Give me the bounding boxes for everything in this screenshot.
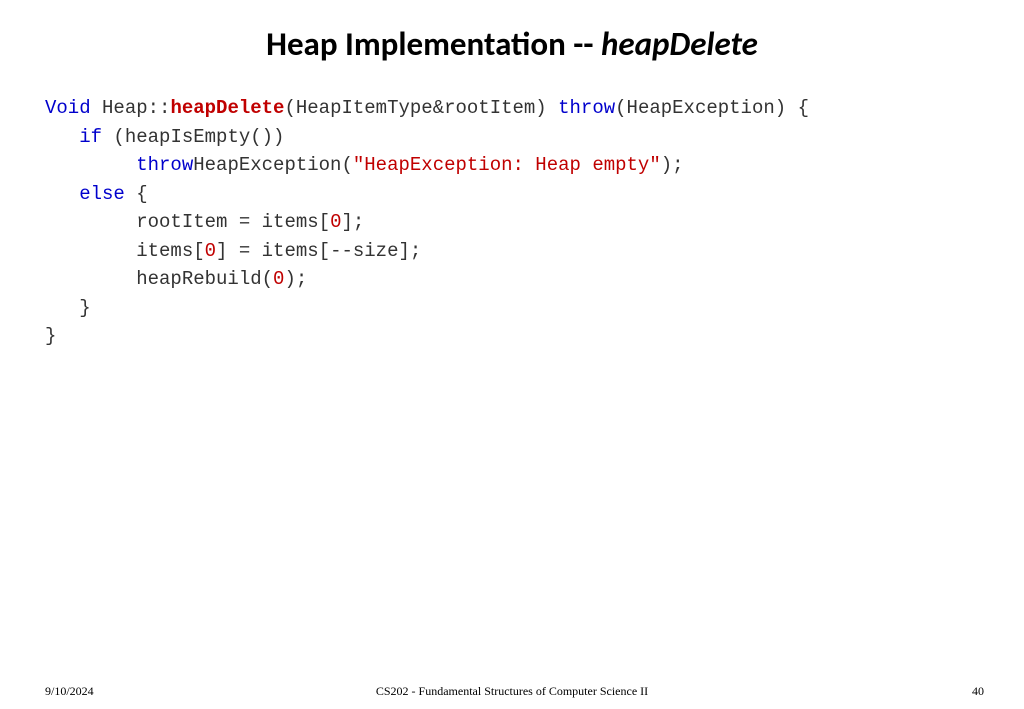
indent [45, 154, 136, 176]
indent [45, 211, 136, 233]
code-text: ); [284, 268, 307, 290]
code-text: ] = items[--size]; [216, 240, 421, 262]
code-line-3: throwHeapException("HeapException: Heap … [45, 151, 1024, 180]
indent [45, 240, 136, 262]
number-literal: 0 [205, 240, 216, 262]
indent [45, 268, 136, 290]
code-text: HeapException( [193, 154, 353, 176]
method-name: heapDelete [170, 97, 284, 119]
keyword-else: else [79, 183, 125, 205]
number-literal: 0 [273, 268, 284, 290]
slide-title: Heap Implementation -- heapDelete [0, 0, 1024, 94]
code-text: } [45, 325, 56, 347]
footer-course: CS202 - Fundamental Structures of Comput… [0, 684, 1024, 699]
keyword-throw: throw [558, 97, 615, 119]
code-block: Void Heap::heapDelete(HeapItemType&rootI… [0, 94, 1024, 351]
code-text: Heap:: [91, 97, 171, 119]
code-text: ]; [341, 211, 364, 233]
footer-page: 40 [972, 684, 984, 699]
code-text: rootItem = items[ [136, 211, 330, 233]
code-text: } [79, 297, 90, 319]
indent [45, 183, 79, 205]
indent [45, 126, 79, 148]
code-line-4: else { [45, 180, 1024, 209]
code-line-6: items[0] = items[--size]; [45, 237, 1024, 266]
string-literal: "HeapException: Heap empty" [353, 154, 661, 176]
code-line-9: } [45, 322, 1024, 351]
code-line-8: } [45, 294, 1024, 323]
code-text: items[ [136, 240, 204, 262]
number-literal: 0 [330, 211, 341, 233]
indent [45, 297, 79, 319]
code-text: (HeapException) { [615, 97, 809, 119]
keyword-void: Void [45, 97, 91, 119]
code-line-5: rootItem = items[0]; [45, 208, 1024, 237]
code-text: ); [661, 154, 684, 176]
code-line-7: heapRebuild(0); [45, 265, 1024, 294]
code-line-1: Void Heap::heapDelete(HeapItemType&rootI… [45, 94, 1024, 123]
code-line-2: if (heapIsEmpty()) [45, 123, 1024, 152]
keyword-throw: throw [136, 154, 193, 176]
code-text: { [125, 183, 148, 205]
code-text: heapRebuild( [136, 268, 273, 290]
title-prefix: Heap Implementation -- [266, 24, 601, 64]
code-text: (HeapItemType&rootItem) [284, 97, 558, 119]
title-method: heapDelete [601, 24, 758, 64]
code-text: (heapIsEmpty()) [102, 126, 284, 148]
keyword-if: if [79, 126, 102, 148]
